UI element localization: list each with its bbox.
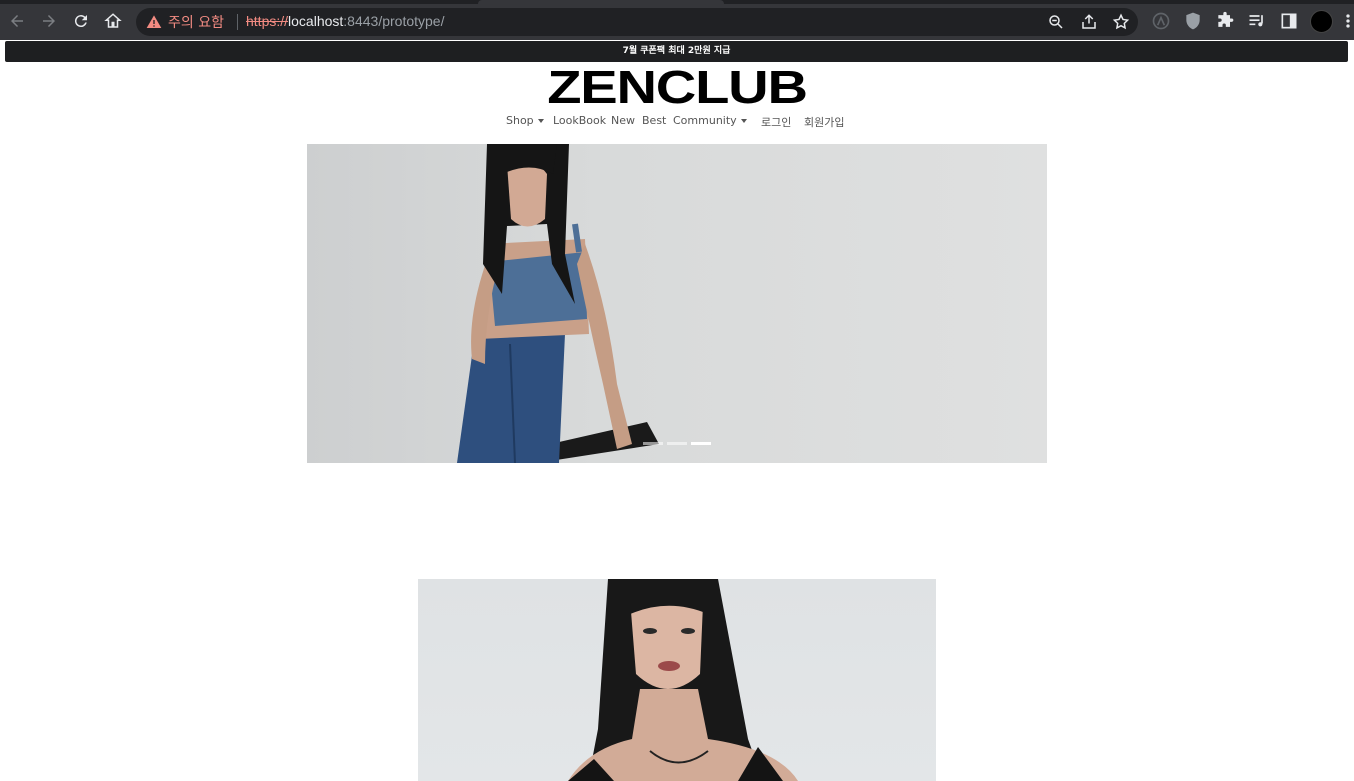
url-host: localhost: [288, 13, 344, 29]
main-menu: Shop LookBook New Best Community 로그인 회원가…: [0, 114, 1354, 130]
back-button[interactable]: [6, 10, 28, 32]
address-bar[interactable]: 주의 요함 https://localhost:8443/prototype/: [136, 8, 1138, 36]
menu-item-community[interactable]: Community: [673, 114, 747, 127]
warning-icon: [146, 15, 162, 28]
menu-item-lookbook[interactable]: LookBook: [553, 114, 606, 127]
carousel-indicator-3[interactable]: [691, 442, 711, 445]
model-closeup-photo: [568, 579, 798, 781]
caret-down-icon: [740, 119, 747, 123]
tab-strip: [0, 0, 1354, 4]
hero-carousel-image[interactable]: [307, 144, 1047, 463]
menu-item-best[interactable]: Best: [642, 114, 666, 127]
carousel-indicator-2[interactable]: [667, 442, 687, 445]
carousel-indicators: [643, 442, 713, 446]
browser-toolbar: 주의 요함 https://localhost:8443/prototype/: [0, 0, 1354, 40]
model-photo: [457, 144, 659, 463]
active-tab[interactable]: [478, 0, 724, 4]
menu-item-shop[interactable]: Shop: [506, 114, 544, 127]
reload-button[interactable]: [70, 10, 92, 32]
home-icon: [104, 13, 122, 28]
menu-item-label: Community: [673, 114, 737, 127]
caret-down-icon: [537, 119, 544, 123]
url-path: :8443/prototype/: [343, 13, 445, 29]
side-panel-icon[interactable]: [1279, 11, 1299, 31]
media-queue-icon[interactable]: [1247, 11, 1267, 31]
puzzle-icon[interactable]: [1215, 11, 1235, 31]
security-warning[interactable]: 주의 요함: [168, 12, 224, 32]
menu-item-new[interactable]: New: [611, 114, 635, 127]
share-icon[interactable]: [1080, 13, 1098, 31]
arrow-left-icon: [11, 15, 23, 27]
reload-icon: [74, 15, 87, 28]
carousel-indicator-1[interactable]: [643, 442, 663, 445]
zoom-icon[interactable]: [1047, 13, 1065, 31]
shield-icon[interactable]: [1183, 11, 1203, 31]
url-scheme: https://: [246, 13, 289, 29]
announcement-bar[interactable]: 7월 쿠폰팩 최대 2만원 지급: [5, 41, 1348, 62]
signup-link[interactable]: 회원가입: [804, 114, 844, 130]
url-text[interactable]: https://localhost:8443/prototype/: [246, 13, 444, 29]
profile-avatar[interactable]: [1310, 10, 1333, 33]
arrow-right-icon: [43, 15, 55, 27]
extension-a-icon[interactable]: [1151, 11, 1171, 31]
menu-item-label: Shop: [506, 114, 534, 127]
login-link[interactable]: 로그인: [761, 114, 791, 130]
bookmark-star-icon[interactable]: [1112, 13, 1130, 31]
divider: [237, 14, 238, 30]
home-button[interactable]: [102, 10, 124, 32]
featured-product-image[interactable]: [418, 579, 936, 781]
menu-dots-icon[interactable]: [1342, 11, 1354, 31]
forward-button[interactable]: [38, 10, 60, 32]
site-logo[interactable]: ZENCLUB: [0, 60, 1354, 114]
